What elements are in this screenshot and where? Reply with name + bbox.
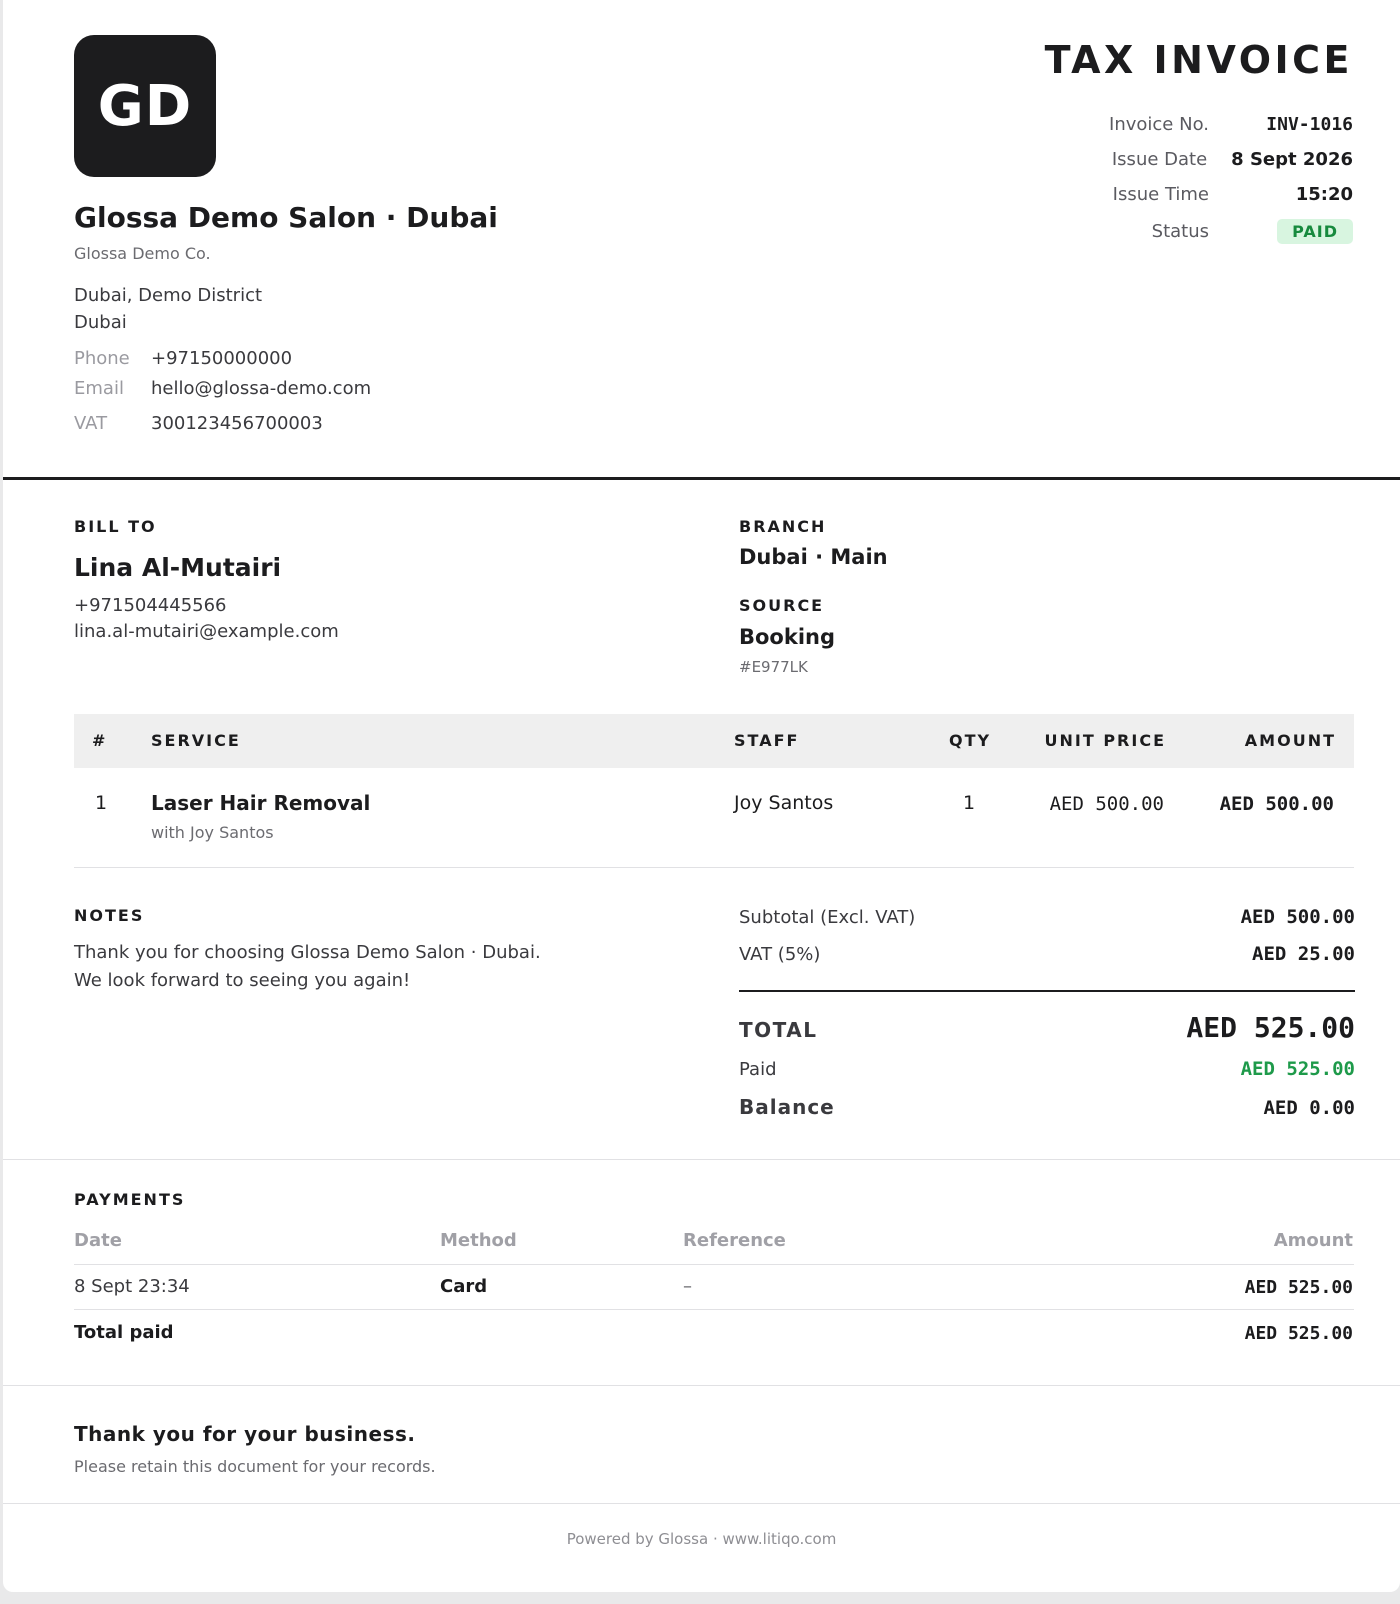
total-row: TOTAL AED 525.00 [739, 1011, 1355, 1044]
source-value: Booking [739, 625, 836, 649]
email-value: hello@glossa-demo.com [151, 378, 372, 399]
col-num: # [92, 731, 108, 750]
source-label: SOURCE [739, 596, 825, 615]
col-service: SERVICE [151, 731, 241, 750]
source-reference: #E977LK [739, 658, 808, 676]
item-num: 1 [95, 792, 108, 814]
subtotal-label: Subtotal (Excl. VAT) [739, 907, 916, 928]
footer-top-divider [3, 1385, 1400, 1386]
business-name: Glossa Demo Salon · Dubai [74, 201, 498, 234]
issue-time-label: Issue Time [1112, 184, 1209, 205]
customer-email: lina.al-mutairi@example.com [74, 621, 339, 642]
payments-label: PAYMENTS [74, 1190, 186, 1209]
business-logo: GD [74, 35, 216, 177]
total-label: TOTAL [739, 1018, 818, 1042]
vat-row: VAT (5%) AED 25.00 [739, 943, 1355, 965]
payments-top-divider [3, 1159, 1400, 1160]
payment-reference: – [683, 1276, 692, 1297]
business-address: Dubai, Demo District Dubai [74, 282, 262, 336]
paid-row: Paid AED 525.00 [739, 1058, 1355, 1080]
contact-email: Email hello@glossa-demo.com [74, 378, 371, 399]
invoice-number-label: Invoice No. [1109, 114, 1209, 135]
notes-line-2: We look forward to seeing you again! [74, 970, 411, 991]
balance-label: Balance [739, 1095, 835, 1119]
balance-row: Balance AED 0.00 [739, 1095, 1355, 1119]
business-legal-name: Glossa Demo Co. [74, 244, 211, 263]
thanks-message: Thank you for your business. [74, 1422, 416, 1446]
customer-phone: +971504445566 [74, 595, 227, 616]
item-service: Laser Hair Removal [151, 791, 371, 815]
col-qty: QTY [949, 731, 992, 750]
payment-date: 8 Sept 23:34 [74, 1276, 190, 1297]
item-amount: AED 500.00 [1219, 793, 1334, 815]
customer-name: Lina Al-Mutairi [74, 553, 282, 582]
item-unit-price: AED 500.00 [1049, 793, 1164, 815]
footer-bottom-divider [3, 1503, 1400, 1504]
subtotal-value: AED 500.00 [1240, 906, 1355, 928]
item-qty: 1 [963, 792, 976, 814]
notes-line-1: Thank you for choosing Glossa Demo Salon… [74, 942, 541, 963]
totals-divider [739, 990, 1355, 992]
payment-method: Card [440, 1276, 488, 1297]
bill-to-label: BILL TO [74, 517, 157, 536]
status-label: Status [1151, 221, 1209, 242]
paid-label: Paid [739, 1059, 777, 1080]
vat-value: 300123456700003 [151, 413, 323, 434]
logo-initials: GD [97, 73, 193, 139]
total-paid-value: AED 525.00 [1244, 1323, 1353, 1344]
total-value: AED 525.00 [1186, 1011, 1355, 1044]
notes-label: NOTES [74, 906, 145, 925]
payment-amount: AED 525.00 [1244, 1277, 1353, 1298]
total-paid-label: Total paid [74, 1322, 174, 1343]
balance-value: AED 0.00 [1263, 1097, 1355, 1119]
contact-phone: Phone +97150000000 [74, 348, 292, 369]
header-divider [3, 477, 1400, 480]
vat-amount: AED 25.00 [1252, 943, 1355, 965]
issue-time: 15:20 [1295, 184, 1353, 205]
phone-label: Phone [74, 348, 130, 369]
col-amount: AMOUNT [1244, 731, 1336, 750]
status-cell: PAID [1233, 219, 1353, 244]
invoice-sheet: GD Glossa Demo Salon · Dubai Glossa Demo… [3, 0, 1400, 1592]
pay-col-reference: Reference [683, 1230, 786, 1251]
contact-vat: VAT 300123456700003 [74, 413, 323, 434]
item-staff: Joy Santos [734, 792, 834, 814]
status-badge: PAID [1277, 219, 1353, 244]
meta-issue-time: Issue Time 15:20 [1033, 184, 1353, 205]
items-divider [74, 867, 1354, 868]
subtotal-row: Subtotal (Excl. VAT) AED 500.00 [739, 906, 1355, 928]
col-unit-price: UNIT PRICE [1044, 731, 1166, 750]
paid-value: AED 525.00 [1240, 1058, 1355, 1080]
items-table-header: # SERVICE STAFF QTY UNIT PRICE AMOUNT [74, 714, 1354, 768]
branch-value: Dubai · Main [739, 545, 888, 569]
vat-label: VAT [74, 413, 108, 434]
vat-rate-label: VAT (5%) [739, 944, 821, 965]
branch-label: BRANCH [739, 517, 827, 536]
issue-date: 8 Sept 2026 [1231, 149, 1353, 170]
invoice-number: INV-1016 [1266, 114, 1353, 135]
meta-issue-date: Issue Date 8 Sept 2026 [1033, 149, 1353, 170]
document-title: TAX INVOICE [1044, 38, 1353, 82]
meta-status: Status PAID [1033, 219, 1353, 244]
meta-invoice-number: Invoice No. INV-1016 [1033, 114, 1353, 135]
address-line-1: Dubai, Demo District [74, 285, 263, 306]
col-staff: STAFF [734, 731, 800, 750]
pay-col-date: Date [74, 1230, 122, 1251]
pay-col-method: Method [440, 1230, 517, 1251]
payments-row-divider [74, 1309, 1354, 1310]
payments-header-divider [74, 1264, 1354, 1265]
powered-by: Powered by Glossa · www.litiqo.com [566, 1530, 837, 1548]
pay-col-amount: Amount [1273, 1230, 1353, 1251]
item-service-sub: with Joy Santos [151, 823, 274, 842]
address-line-2: Dubai [74, 312, 127, 333]
email-label: Email [74, 378, 124, 399]
retain-message: Please retain this document for your rec… [74, 1457, 436, 1476]
phone-value: +97150000000 [151, 348, 293, 369]
issue-date-label: Issue Date [1111, 149, 1208, 170]
